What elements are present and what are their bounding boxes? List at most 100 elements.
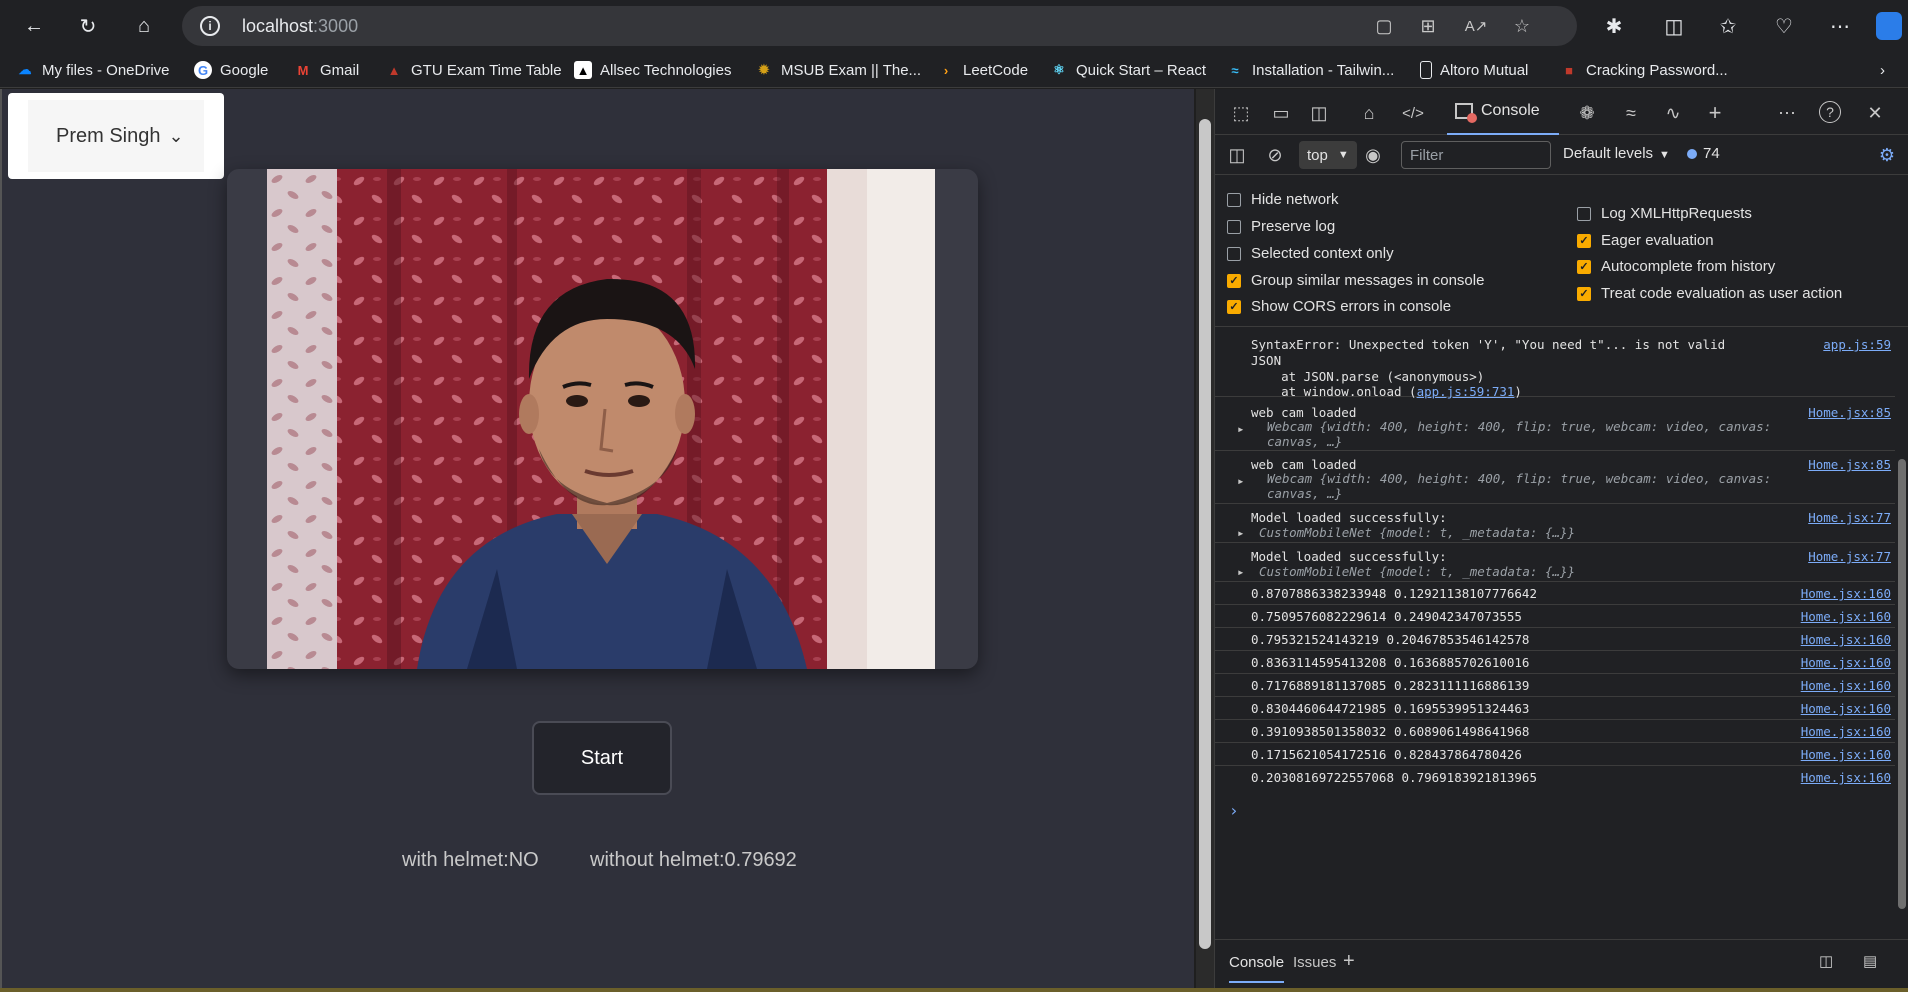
drawer-tab-console[interactable]: Console xyxy=(1229,954,1285,983)
source-link[interactable]: Home.jsx:160 xyxy=(1801,724,1891,739)
expand-triangle-icon[interactable]: ▸ xyxy=(1237,473,1245,488)
source-link[interactable]: Home.jsx:160 xyxy=(1801,586,1891,601)
user-menu-button[interactable]: Prem Singh ⌄ xyxy=(28,100,204,172)
bookmark-react[interactable]: ⚛ Quick Start – React xyxy=(1050,58,1206,82)
option-hide-network[interactable]: Hide network xyxy=(1227,191,1339,208)
bookmarks-more-chevron-icon[interactable]: › xyxy=(1880,58,1885,82)
option-preserve-log[interactable]: Preserve log xyxy=(1227,218,1335,235)
checkbox[interactable] xyxy=(1227,246,1241,261)
source-link[interactable]: Home.jsx:160 xyxy=(1801,770,1891,785)
user-menu[interactable]: Prem Singh ⌄ xyxy=(8,93,224,179)
browser-essentials-icon[interactable]: ♡ xyxy=(1770,12,1798,40)
split-screen-icon[interactable]: ◫ xyxy=(1660,12,1688,40)
console-scrollbar-thumb[interactable] xyxy=(1898,459,1906,909)
checkbox[interactable] xyxy=(1227,219,1241,234)
close-devtools-icon[interactable]: ✕ xyxy=(1863,101,1887,125)
clear-console-icon[interactable]: ⊘ xyxy=(1263,143,1287,167)
live-expression-eye-icon[interactable]: ◉ xyxy=(1361,143,1385,167)
page-scrollbar-thumb[interactable] xyxy=(1199,119,1211,949)
log-object[interactable]: Webcam {width: 400, height: 400, flip: t… xyxy=(1267,419,1771,434)
option-treat-eval[interactable]: ✓ Treat code evaluation as user action xyxy=(1577,285,1842,302)
expand-triangle-icon[interactable]: ▸ xyxy=(1237,421,1245,436)
reload-icon[interactable]: ↻ xyxy=(74,12,102,40)
network-wifi-icon[interactable]: ≈ xyxy=(1619,101,1643,125)
favorites-icon[interactable]: ✩ xyxy=(1714,12,1742,40)
dock-icon[interactable]: ◫ xyxy=(1307,101,1331,125)
source-link[interactable]: Home.jsx:85 xyxy=(1808,457,1891,472)
option-group-similar[interactable]: ✓ Group similar messages in console xyxy=(1227,272,1484,289)
inspect-icon[interactable]: ⬚ xyxy=(1229,101,1253,125)
filter-input[interactable]: Filter xyxy=(1401,141,1551,169)
bookmark-onedrive[interactable]: ☁ My files - OneDrive xyxy=(16,58,170,82)
source-link[interactable]: Home.jsx:77 xyxy=(1808,549,1891,564)
checkbox[interactable] xyxy=(1577,206,1591,221)
favorite-star-icon[interactable]: ☆ xyxy=(1510,14,1534,38)
source-link[interactable]: Home.jsx:85 xyxy=(1808,405,1891,420)
message-count-badge[interactable]: 74 xyxy=(1687,145,1720,162)
source-link[interactable]: app.js:59 xyxy=(1823,337,1891,352)
devtools-more-icon[interactable]: ⋯ xyxy=(1775,101,1799,125)
checkbox-checked[interactable]: ✓ xyxy=(1227,299,1241,314)
option-eager-eval[interactable]: ✓ Eager evaluation xyxy=(1577,232,1714,249)
bookmark-altoro[interactable]: Altoro Mutual xyxy=(1420,58,1528,82)
log-object[interactable]: CustomMobileNet {model: t, _metadata: {…… xyxy=(1259,525,1575,540)
camera-icon[interactable]: ▢ xyxy=(1372,14,1396,38)
sidebar-toggle-icon[interactable]: ◫ xyxy=(1225,143,1249,167)
sources-bug-icon[interactable]: ❁ xyxy=(1575,101,1599,125)
console-prompt-chevron-icon[interactable]: › xyxy=(1229,801,1239,820)
source-link[interactable]: Home.jsx:160 xyxy=(1801,632,1891,647)
drawer-dock-icon[interactable]: ◫ xyxy=(1819,952,1833,970)
welcome-home-icon[interactable]: ⌂ xyxy=(1357,101,1381,125)
performance-icon[interactable]: ∿ xyxy=(1661,101,1685,125)
bookmark-tailwind[interactable]: ≈ Installation - Tailwin... xyxy=(1226,58,1394,82)
log-object[interactable]: Webcam {width: 400, height: 400, flip: t… xyxy=(1267,471,1771,486)
option-cors-errors[interactable]: ✓ Show CORS errors in console xyxy=(1227,298,1451,315)
elements-icon[interactable]: </> xyxy=(1401,101,1425,125)
home-icon[interactable]: ⌂ xyxy=(130,12,158,40)
apps-icon[interactable]: ⊞ xyxy=(1416,14,1440,38)
device-toolbar-icon[interactable]: ▭ xyxy=(1269,101,1293,125)
bookmark-msub[interactable]: ✹ MSUB Exam || The... xyxy=(755,58,922,82)
bookmark-leetcode[interactable]: › LeetCode xyxy=(937,58,1028,82)
option-selected-context[interactable]: Selected context only xyxy=(1227,245,1394,262)
source-link[interactable]: Home.jsx:160 xyxy=(1801,747,1891,762)
address-bar[interactable]: i localhost:3000 ▢ ⊞ A↗ ☆ xyxy=(182,6,1577,46)
log-levels-dropdown[interactable]: Default levels ▼ xyxy=(1563,145,1670,162)
context-select[interactable]: top ▼ xyxy=(1299,141,1357,169)
tab-console[interactable]: Console xyxy=(1447,89,1559,135)
bookmark-gtu[interactable]: ▲ GTU Exam Time Table xyxy=(385,58,562,82)
checkbox-checked[interactable]: ✓ xyxy=(1227,273,1241,288)
read-aloud-icon[interactable]: A↗ xyxy=(1464,14,1488,38)
checkbox-checked[interactable]: ✓ xyxy=(1577,233,1591,248)
source-link[interactable]: Home.jsx:160 xyxy=(1801,701,1891,716)
bookmark-gmail[interactable]: M Gmail xyxy=(294,58,360,82)
copilot-icon[interactable] xyxy=(1876,12,1902,40)
error-source-link[interactable]: app.js:59:731 xyxy=(1417,384,1515,399)
extensions-icon[interactable]: ✱ xyxy=(1600,12,1628,40)
help-icon[interactable]: ? xyxy=(1819,101,1841,123)
site-info-icon[interactable]: i xyxy=(200,16,220,36)
drawer-tab-issues[interactable]: Issues xyxy=(1293,954,1336,971)
expand-triangle-icon[interactable]: ▸ xyxy=(1237,525,1245,540)
back-arrow-icon[interactable]: ← xyxy=(20,12,48,40)
console-scrollbar[interactable] xyxy=(1895,329,1908,919)
bookmark-google[interactable]: G Google xyxy=(194,58,268,82)
expand-triangle-icon[interactable]: ▸ xyxy=(1237,564,1245,579)
console-settings-gear-icon[interactable]: ⚙ xyxy=(1875,143,1899,167)
more-menu-icon[interactable]: ⋯ xyxy=(1826,12,1854,40)
log-object[interactable]: CustomMobileNet {model: t, _metadata: {…… xyxy=(1259,564,1575,579)
checkbox[interactable] xyxy=(1227,192,1241,207)
start-button[interactable]: Start xyxy=(532,721,672,795)
option-log-xhr[interactable]: Log XMLHttpRequests xyxy=(1577,205,1752,222)
source-link[interactable]: Home.jsx:160 xyxy=(1801,655,1891,670)
drawer-add-tab-icon[interactable]: + xyxy=(1343,950,1355,973)
bookmark-allsec[interactable]: ▲ Allsec Technologies xyxy=(574,58,731,82)
checkbox-checked[interactable]: ✓ xyxy=(1577,286,1591,301)
page-scrollbar[interactable] xyxy=(1196,89,1214,989)
source-link[interactable]: Home.jsx:160 xyxy=(1801,678,1891,693)
add-tab-icon[interactable]: + xyxy=(1703,100,1727,125)
source-link[interactable]: Home.jsx:160 xyxy=(1801,609,1891,624)
source-link[interactable]: Home.jsx:77 xyxy=(1808,510,1891,525)
checkbox-checked[interactable]: ✓ xyxy=(1577,259,1591,274)
option-autocomplete[interactable]: ✓ Autocomplete from history xyxy=(1577,258,1775,275)
